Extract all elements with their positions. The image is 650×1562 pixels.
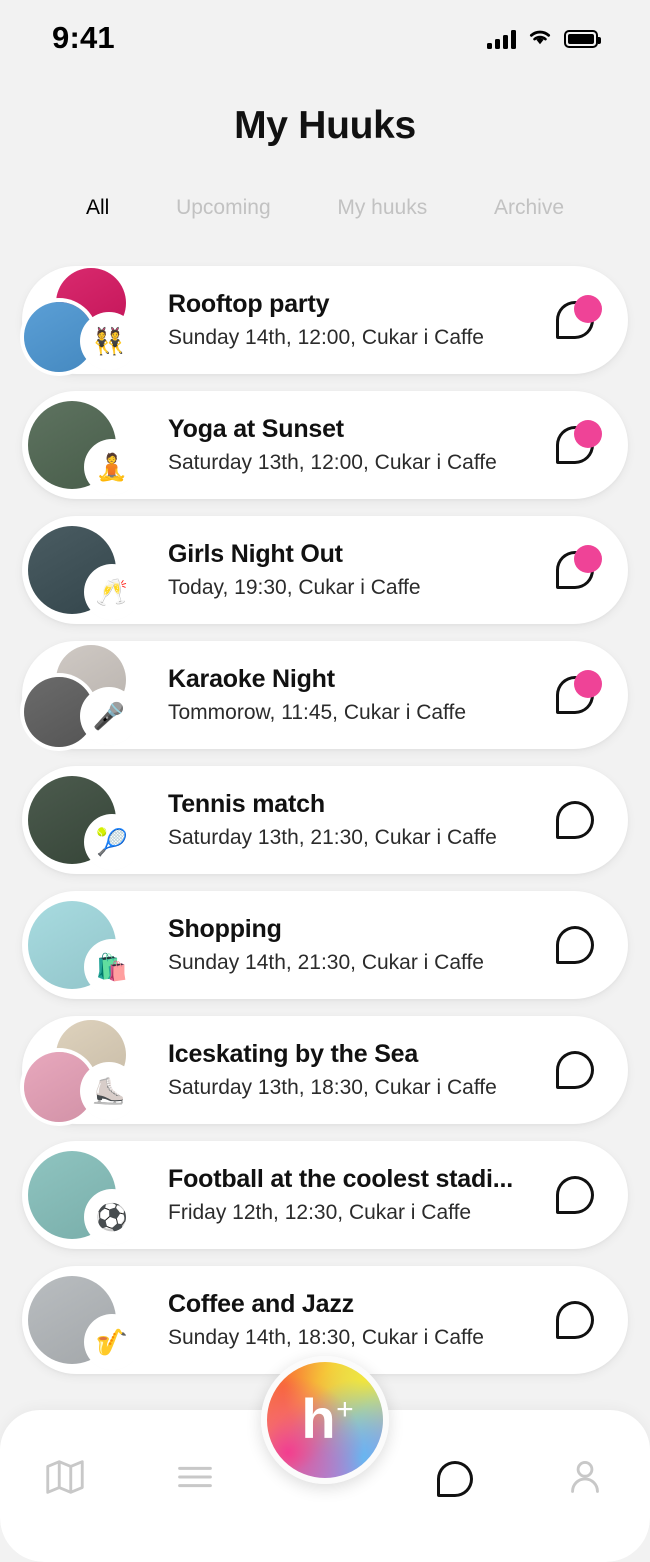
hamburger-menu-icon bbox=[172, 1454, 218, 1505]
soccer-ball-emoji: ⚽ bbox=[88, 1193, 136, 1241]
tab-bar: All Upcoming My huuks Archive bbox=[0, 196, 650, 220]
avatar-group: ⛸️ bbox=[22, 1016, 138, 1124]
nav-map[interactable] bbox=[0, 1410, 130, 1562]
tab-upcoming[interactable]: Upcoming bbox=[176, 196, 271, 220]
tab-spacer bbox=[109, 196, 176, 220]
chat-bubble-icon bbox=[556, 926, 594, 964]
huuk-title: Rooftop party bbox=[168, 290, 330, 318]
huuk-card[interactable]: 👯 Rooftop party Sunday 14th, 12:00, Cukar … bbox=[22, 266, 628, 374]
huuk-title: Girls Night Out bbox=[168, 540, 343, 568]
shopping-bags-emoji: 🛍️ bbox=[88, 943, 136, 991]
yoga-emoji: 🧘 bbox=[88, 443, 136, 491]
huuk-card-text: Tennis match Saturday 13th, 21:30, Cukar … bbox=[168, 790, 538, 850]
dancers-emoji: 👯 bbox=[84, 316, 134, 366]
huuk-title: Yoga at Sunset bbox=[168, 415, 344, 443]
unread-badge bbox=[574, 420, 602, 448]
huuk-subtitle: Tommorow, 11:45, Cukar i Caffe bbox=[168, 701, 467, 724]
huuk-subtitle: Today, 19:30, Cukar i Caffe bbox=[168, 576, 421, 599]
fab-plus-icon: + bbox=[336, 1393, 354, 1426]
huuk-card-text: Rooftop party Sunday 14th, 12:00, Cukar i… bbox=[168, 290, 538, 350]
huuk-card[interactable]: 🛍️ Shopping Sunday 14th, 21:30, Cukar i Ca… bbox=[22, 891, 628, 999]
ice-skate-emoji: ⛸️ bbox=[84, 1066, 134, 1116]
huuk-chat-button[interactable] bbox=[538, 908, 612, 982]
unread-badge bbox=[574, 545, 602, 573]
huuk-card[interactable]: ⚽ Football at the coolest stadi... Friday … bbox=[22, 1141, 628, 1249]
chat-bubble-icon bbox=[556, 801, 594, 839]
huuk-title: Tennis match bbox=[168, 790, 325, 818]
tab-archive[interactable]: Archive bbox=[494, 196, 564, 220]
huuk-chat-button[interactable] bbox=[538, 1283, 612, 1357]
status-bar-icons bbox=[487, 27, 601, 51]
saxophone-emoji: 🎷 bbox=[88, 1318, 136, 1366]
huuk-subtitle: Saturday 13th, 18:30, Cukar i Caffe bbox=[168, 1076, 497, 1099]
huuk-card[interactable]: 🧘 Yoga at Sunset Saturday 13th, 12:00, Cuk… bbox=[22, 391, 628, 499]
avatar-group: 🥂 bbox=[22, 516, 138, 624]
huuk-subtitle: Saturday 13th, 21:30, Cukar i Caffe bbox=[168, 826, 497, 849]
unread-badge bbox=[574, 295, 602, 323]
huuk-chat-button[interactable] bbox=[538, 1158, 612, 1232]
huuk-chat-button[interactable] bbox=[538, 783, 612, 857]
huuk-title: Karaoke Night bbox=[168, 665, 335, 693]
huuk-card-text: Football at the coolest stadi... Friday 1… bbox=[168, 1165, 538, 1225]
tab-all[interactable]: All bbox=[86, 196, 109, 220]
huuk-card[interactable]: 🎤 Karaoke Night Tommorow, 11:45, Cukar i C… bbox=[22, 641, 628, 749]
huuk-title: Shopping bbox=[168, 915, 282, 943]
huuk-card-text: Girls Night Out Today, 19:30, Cukar i Caf… bbox=[168, 540, 538, 600]
huuk-card-text: Coffee and Jazz Sunday 14th, 18:30, Cukar… bbox=[168, 1290, 538, 1350]
fab-label: h + bbox=[301, 1387, 353, 1450]
wifi-icon bbox=[527, 27, 553, 51]
huuk-title: Coffee and Jazz bbox=[168, 1290, 354, 1318]
huuk-subtitle: Friday 12th, 12:30, Cukar i Caffe bbox=[168, 1201, 472, 1224]
huuk-card[interactable]: 🥂 Girls Night Out Today, 19:30, Cukar i Ca… bbox=[22, 516, 628, 624]
avatar-group: ⚽ bbox=[22, 1141, 138, 1249]
huuk-card-text: Shopping Sunday 14th, 21:30, Cukar i Caff… bbox=[168, 915, 538, 975]
huuk-chat-button[interactable] bbox=[538, 1033, 612, 1107]
page-title: My Huuks bbox=[234, 104, 416, 147]
avatar-group: 🎷 bbox=[22, 1266, 138, 1374]
chat-bubble-icon bbox=[437, 1461, 473, 1497]
person-icon bbox=[562, 1454, 608, 1505]
tennis-ball-emoji: 🎾 bbox=[88, 818, 136, 866]
avatar-group: 🧘 bbox=[22, 391, 138, 499]
huuk-card-text: Iceskating by the Sea Saturday 13th, 18:3… bbox=[168, 1040, 538, 1100]
map-icon bbox=[42, 1454, 88, 1505]
huuk-card[interactable]: ⛸️ Iceskating by the Sea Saturday 13th, 18… bbox=[22, 1016, 628, 1124]
chat-bubble-icon bbox=[556, 1176, 594, 1214]
huuk-card-text: Yoga at Sunset Saturday 13th, 12:00, Cuka… bbox=[168, 415, 538, 475]
avatar-group: 🎾 bbox=[22, 766, 138, 874]
huuk-subtitle: Sunday 14th, 18:30, Cukar i Caffe bbox=[168, 1326, 484, 1349]
avatar-group: 🎤 bbox=[22, 641, 138, 749]
huuk-subtitle: Sunday 14th, 21:30, Cukar i Caffe bbox=[168, 951, 484, 974]
status-bar: 9:41 bbox=[0, 0, 650, 70]
huuk-chat-button[interactable] bbox=[538, 283, 612, 357]
huuk-card[interactable]: 🎾 Tennis match Saturday 13th, 21:30, Cukar… bbox=[22, 766, 628, 874]
unread-badge bbox=[574, 670, 602, 698]
huuk-subtitle: Saturday 13th, 12:00, Cukar i Caffe bbox=[168, 451, 497, 474]
phone-screen: 9:41 My Huuks All Upcoming My huuks Arch… bbox=[0, 0, 650, 1562]
signal-bars-icon bbox=[487, 29, 516, 49]
status-bar-time: 9:41 bbox=[52, 20, 115, 55]
huuk-title: Football at the coolest stadi... bbox=[168, 1165, 514, 1193]
microphone-emoji: 🎤 bbox=[84, 691, 134, 741]
nav-chat[interactable] bbox=[390, 1410, 520, 1562]
nav-list[interactable] bbox=[130, 1410, 260, 1562]
nav-profile[interactable] bbox=[520, 1410, 650, 1562]
champagne-emoji: 🥂 bbox=[88, 568, 136, 616]
huuk-chat-button[interactable] bbox=[538, 658, 612, 732]
chat-bubble-icon bbox=[556, 1301, 594, 1339]
tab-spacer bbox=[427, 196, 494, 220]
avatar-group: 👯 bbox=[22, 266, 138, 374]
avatar-group: 🛍️ bbox=[22, 891, 138, 999]
huuks-list: 👯 Rooftop party Sunday 14th, 12:00, Cukar … bbox=[0, 266, 650, 1392]
huuk-chat-button[interactable] bbox=[538, 533, 612, 607]
tab-spacer bbox=[271, 196, 338, 220]
battery-full-icon bbox=[564, 30, 601, 48]
huuk-chat-button[interactable] bbox=[538, 408, 612, 482]
chat-bubble-icon bbox=[556, 1051, 594, 1089]
huuk-card-text: Karaoke Night Tommorow, 11:45, Cukar i Ca… bbox=[168, 665, 538, 725]
huuk-title: Iceskating by the Sea bbox=[168, 1040, 419, 1068]
tab-my-huuks[interactable]: My huuks bbox=[337, 196, 427, 220]
huuk-subtitle: Sunday 14th, 12:00, Cukar i Caffe bbox=[168, 326, 484, 349]
create-huuk-button[interactable]: h + bbox=[261, 1356, 389, 1484]
